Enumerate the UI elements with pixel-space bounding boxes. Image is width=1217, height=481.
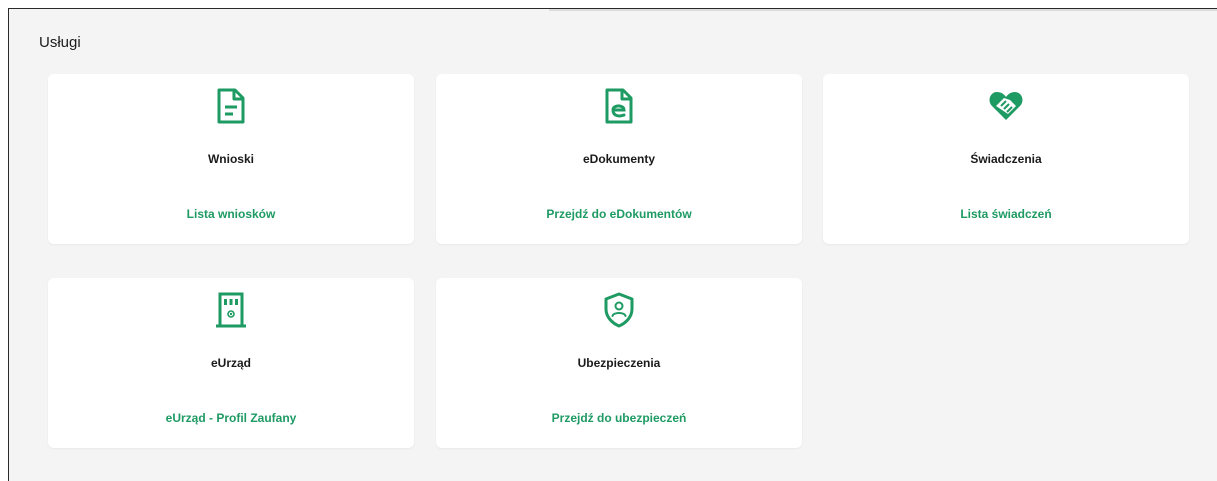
card-ubezpieczenia: Ubezpieczenia Przejdź do ubezpieczeń: [436, 278, 802, 448]
section-title: Usługi: [39, 34, 81, 51]
ubezpieczenia-link[interactable]: Przejdź do ubezpieczeń: [436, 411, 802, 425]
card-title: eUrząd: [210, 356, 251, 370]
card-title: Wnioski: [207, 152, 254, 166]
card-swiadczenia: Świadczenia Lista świadczeń: [823, 74, 1189, 244]
top-divider: [549, 9, 1217, 11]
card-title: Świadczenia: [970, 152, 1042, 166]
card-eurzad: eUrząd eUrząd - Profil Zaufany: [48, 278, 414, 448]
lista-swiadczen-link[interactable]: Lista świadczeń: [823, 207, 1189, 221]
e-office-icon: [211, 290, 251, 330]
card-wnioski: Wnioski Lista wniosków: [48, 74, 414, 244]
profil-zaufany-link[interactable]: eUrząd - Profil Zaufany: [48, 411, 414, 425]
card-title: Ubezpieczenia: [577, 356, 661, 370]
document-icon: [211, 86, 251, 126]
edocument-icon: [599, 86, 639, 126]
shield-user-icon: [599, 290, 639, 330]
card-title: eDokumenty: [582, 152, 656, 166]
edokumenty-link[interactable]: Przejdź do eDokumentów: [436, 207, 802, 221]
services-panel: Usługi Wnioski Lista wniosków eDokumenty…: [8, 8, 1217, 481]
heart-handshake-icon: [986, 86, 1026, 126]
card-edokumenty: eDokumenty Przejdź do eDokumentów: [436, 74, 802, 244]
lista-wnioskow-link[interactable]: Lista wniosków: [48, 207, 414, 221]
